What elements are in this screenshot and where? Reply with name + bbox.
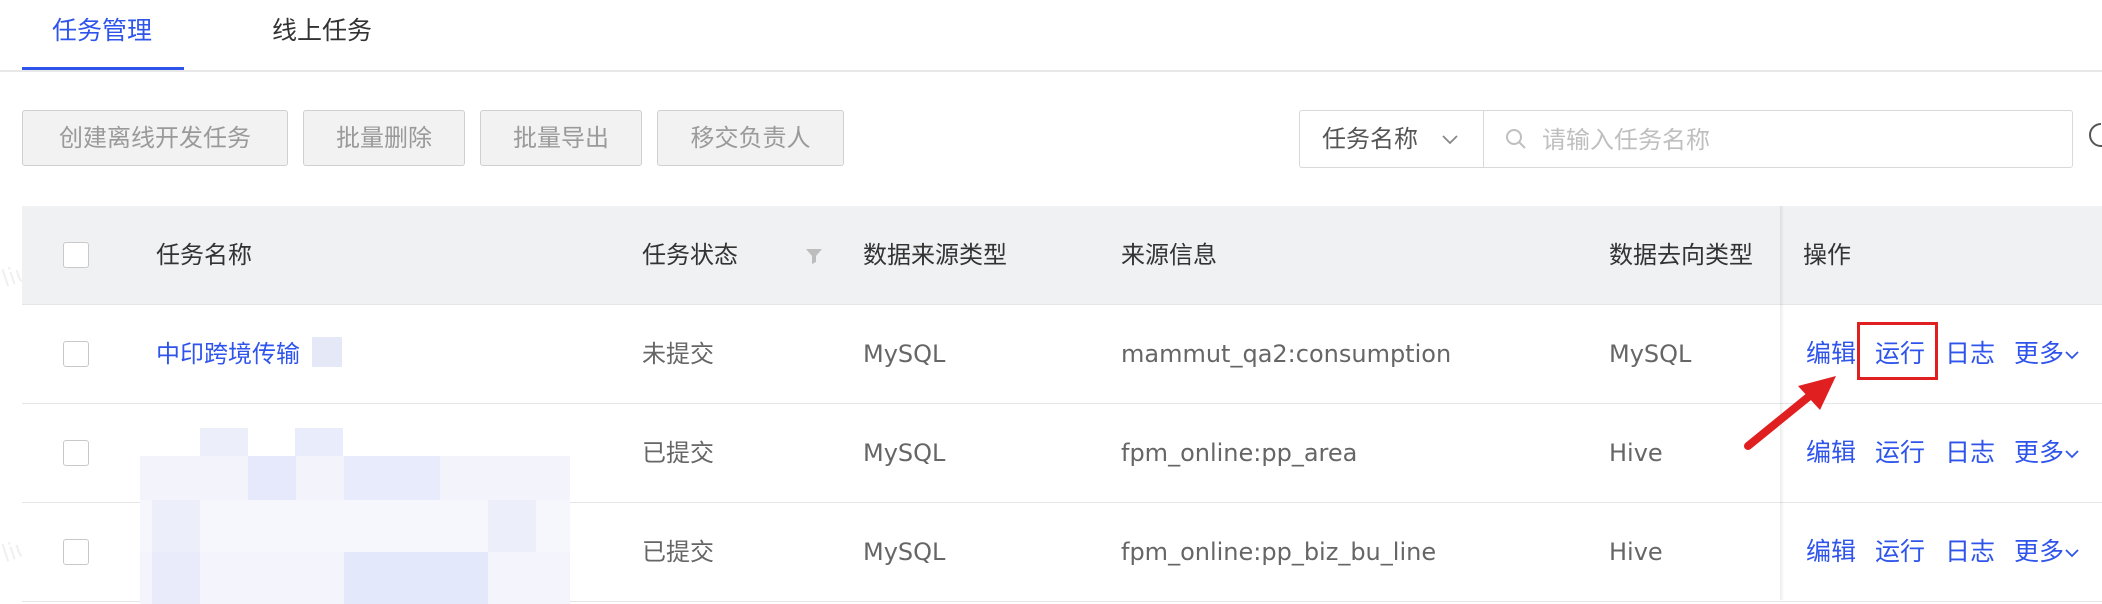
search-input[interactable] (1540, 117, 2064, 163)
redacted-mosaic (140, 428, 570, 604)
source-type: MySQL (863, 340, 946, 368)
column-header-actions: 操作 (1803, 241, 1851, 269)
source-info: fpm_online:pp_biz_bu_line (1121, 538, 1437, 566)
table-header: 任务名称 任务状态 数据来源类型 来源信息 数据去向类型 操作 (22, 206, 2102, 305)
source-type: MySQL (863, 538, 946, 566)
more-dropdown[interactable]: 更多 (2014, 305, 2080, 403)
search-field-label: 任务名称 (1322, 125, 1418, 153)
source-type: MySQL (863, 439, 946, 467)
log-button[interactable]: 日志 (1945, 404, 1995, 502)
tab-online-tasks[interactable]: 线上任务 (272, 14, 372, 48)
refresh-icon[interactable] (2086, 120, 2102, 150)
create-offline-task-button[interactable]: 创建离线开发任务 (22, 110, 288, 166)
redacted-block (312, 337, 342, 367)
more-label: 更多 (2014, 339, 2065, 368)
row-checkbox[interactable] (63, 440, 89, 466)
annotation-highlight-box (1857, 322, 1938, 380)
more-dropdown[interactable]: 更多 (2014, 503, 2080, 601)
batch-export-button[interactable]: 批量导出 (480, 110, 642, 166)
task-name-link[interactable]: 中印跨境传输 (156, 305, 300, 403)
search-icon (1506, 129, 1526, 149)
task-status: 已提交 (642, 439, 714, 467)
column-header-target-type: 数据去向类型 (1609, 241, 1753, 269)
row-checkbox[interactable] (63, 539, 89, 565)
column-header-source-info: 来源信息 (1121, 241, 1217, 269)
more-dropdown[interactable]: 更多 (2014, 404, 2080, 502)
transfer-owner-button[interactable]: 移交负责人 (657, 110, 844, 166)
column-header-status: 任务状态 (642, 241, 738, 269)
batch-delete-button[interactable]: 批量删除 (303, 110, 465, 166)
more-label: 更多 (2014, 438, 2065, 467)
column-header-source-type: 数据来源类型 (863, 241, 1007, 269)
chevron-down-icon (2065, 549, 2079, 558)
source-info: mammut_qa2:consumption (1121, 340, 1452, 368)
run-button[interactable]: 运行 (1875, 503, 1925, 601)
source-info: fpm_online:pp_area (1121, 439, 1358, 467)
active-tab-indicator (22, 67, 184, 70)
edit-button[interactable]: 编辑 (1806, 503, 1856, 601)
target-type: MySQL (1609, 340, 1692, 368)
select-all-checkbox[interactable] (63, 242, 89, 268)
filter-icon[interactable] (804, 246, 824, 266)
task-status: 已提交 (642, 538, 714, 566)
target-type: Hive (1609, 439, 1663, 467)
search-box (1483, 110, 2073, 168)
log-button[interactable]: 日志 (1945, 305, 1995, 403)
more-label: 更多 (2014, 537, 2065, 566)
column-header-name: 任务名称 (156, 241, 252, 269)
tab-task-management[interactable]: 任务管理 (52, 14, 152, 48)
task-management-page: liudiqing liudiqing liudiqing liudiqing … (0, 0, 2102, 604)
chevron-down-icon (2065, 450, 2079, 459)
tab-bar: 任务管理 线上任务 (0, 0, 2102, 72)
log-button[interactable]: 日志 (1945, 503, 1995, 601)
chevron-down-icon (2065, 351, 2079, 360)
red-arrow-icon (1744, 376, 1836, 450)
target-type: Hive (1609, 538, 1663, 566)
chevron-down-icon (1440, 111, 1460, 187)
search-field-select[interactable]: 任务名称 (1299, 110, 1483, 168)
task-status: 未提交 (642, 340, 714, 368)
row-checkbox[interactable] (63, 341, 89, 367)
run-button[interactable]: 运行 (1875, 404, 1925, 502)
